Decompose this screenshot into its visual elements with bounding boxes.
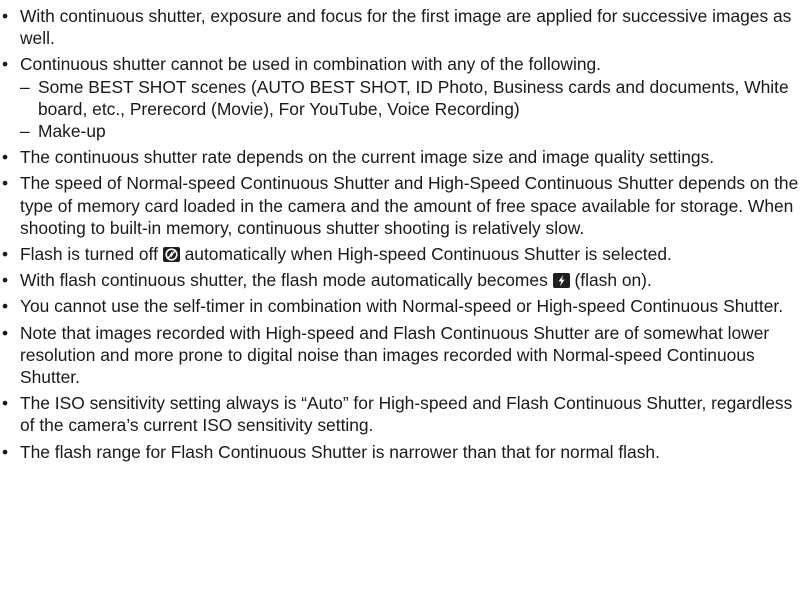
bullet: • [2, 296, 9, 317]
bullet: • [2, 393, 9, 414]
note-item: • With continuous shutter, exposure and … [0, 5, 804, 49]
restriction-sublist: – Some BEST SHOT scenes (AUTO BEST SHOT,… [20, 76, 804, 143]
bullet: • [2, 54, 9, 75]
note-text-after: automatically when High-speed Continuous… [184, 244, 672, 265]
note-text: Continuous shutter cannot be used in com… [20, 54, 602, 75]
bullet: • [2, 173, 9, 194]
sublist-item-text: Make-up [38, 121, 106, 142]
bullet: • [2, 270, 9, 291]
note-text: You cannot use the self-timer in combina… [20, 296, 784, 317]
note-item: • The continuous shutter rate depends on… [0, 146, 804, 168]
note-text: The ISO sensitivity setting always is “A… [20, 393, 793, 436]
notes-list: • With continuous shutter, exposure and … [0, 5, 804, 463]
note-item: • Flash is turned off automatically when… [0, 243, 804, 265]
flash-on-icon [552, 273, 570, 289]
bullet: • [2, 322, 9, 343]
note-item: • Continuous shutter cannot be used in c… [0, 53, 804, 142]
note-text: The speed of Normal-speed Continuous Shu… [20, 173, 799, 238]
sublist-item-text: Some BEST SHOT scenes (AUTO BEST SHOT, I… [38, 76, 789, 119]
manual-page: • With continuous shutter, exposure and … [0, 0, 804, 609]
note-text: The flash range for Flash Continuous Shu… [20, 441, 660, 462]
sublist-item: – Make-up [20, 120, 804, 142]
note-text: The continuous shutter rate depends on t… [20, 147, 715, 168]
note-item: • You cannot use the self-timer in combi… [0, 295, 804, 317]
flash-off-icon [162, 247, 180, 263]
note-text-before: Flash is turned off [20, 244, 158, 265]
bullet: • [2, 441, 9, 462]
note-text-after: (flash on). [574, 270, 652, 291]
note-text: With continuous shutter, exposure and fo… [20, 6, 792, 49]
dash: – [20, 76, 30, 97]
bullet: • [2, 244, 9, 265]
note-item: • With flash continuous shutter, the fla… [0, 269, 804, 291]
note-item: • The speed of Normal-speed Continuous S… [0, 172, 804, 239]
bullet: • [2, 6, 9, 26]
note-item: • The flash range for Flash Continuous S… [0, 441, 804, 463]
note-item: • The ISO sensitivity setting always is … [0, 392, 804, 436]
note-item: • Note that images recorded with High-sp… [0, 322, 804, 389]
dash: – [20, 121, 30, 142]
bullet: • [2, 147, 9, 168]
note-text: Note that images recorded with High-spee… [20, 322, 770, 388]
sublist-item: – Some BEST SHOT scenes (AUTO BEST SHOT,… [20, 76, 804, 120]
note-text-before: With flash continuous shutter, the flash… [20, 270, 548, 291]
